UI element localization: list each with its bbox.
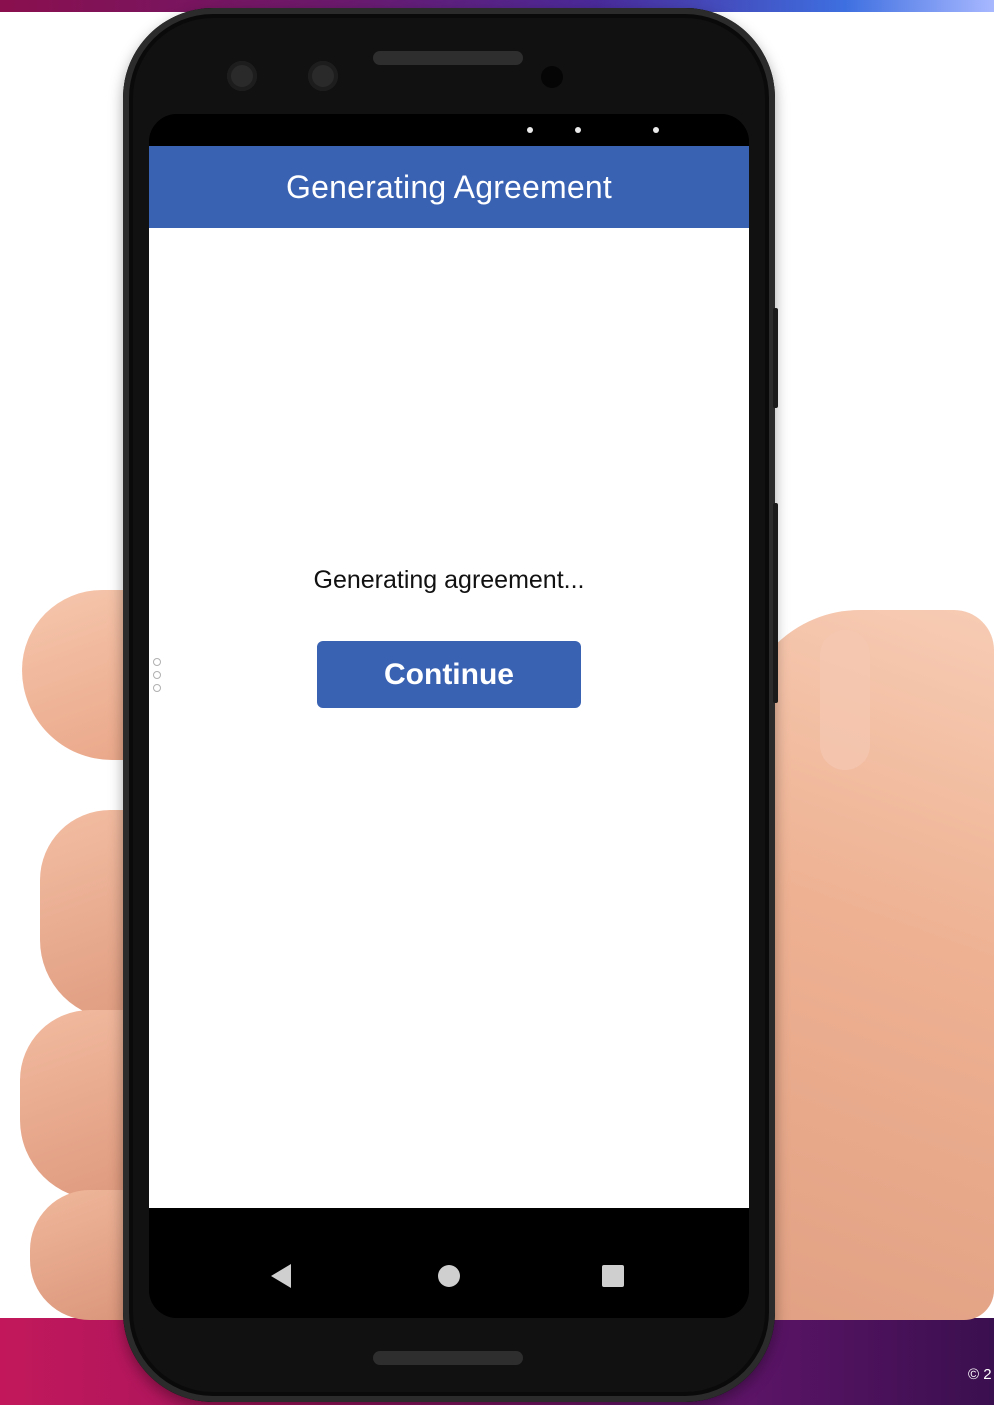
bottom-speaker bbox=[373, 1351, 523, 1365]
android-nav-bar bbox=[149, 1208, 749, 1318]
status-bar bbox=[149, 114, 749, 146]
status-indicator-icon bbox=[653, 127, 659, 133]
front-camera-icon bbox=[308, 61, 338, 91]
app-body: Generating agreement... Continue bbox=[149, 228, 749, 1208]
back-icon[interactable] bbox=[271, 1264, 291, 1288]
phone-screen: Generating Agreement Generating agreemen… bbox=[149, 114, 749, 1318]
app-header: Generating Agreement bbox=[149, 146, 749, 228]
page-title: Generating Agreement bbox=[286, 168, 612, 205]
recents-icon[interactable] bbox=[602, 1265, 624, 1287]
home-icon[interactable] bbox=[438, 1265, 460, 1287]
earpiece-speaker bbox=[373, 51, 523, 65]
continue-button[interactable]: Continue bbox=[317, 641, 581, 708]
power-button bbox=[773, 503, 778, 703]
hand-thumbnail bbox=[820, 630, 870, 770]
drag-handle-icon[interactable] bbox=[153, 658, 161, 698]
status-indicator-icon bbox=[527, 127, 533, 133]
front-camera-icon bbox=[227, 61, 257, 91]
status-indicator-icon bbox=[575, 127, 581, 133]
copyright-text: © 2 bbox=[968, 1366, 992, 1383]
volume-button bbox=[773, 308, 778, 408]
proximity-sensor bbox=[541, 66, 563, 88]
phone-frame: Generating Agreement Generating agreemen… bbox=[123, 8, 778, 1402]
status-message: Generating agreement... bbox=[313, 566, 585, 594]
